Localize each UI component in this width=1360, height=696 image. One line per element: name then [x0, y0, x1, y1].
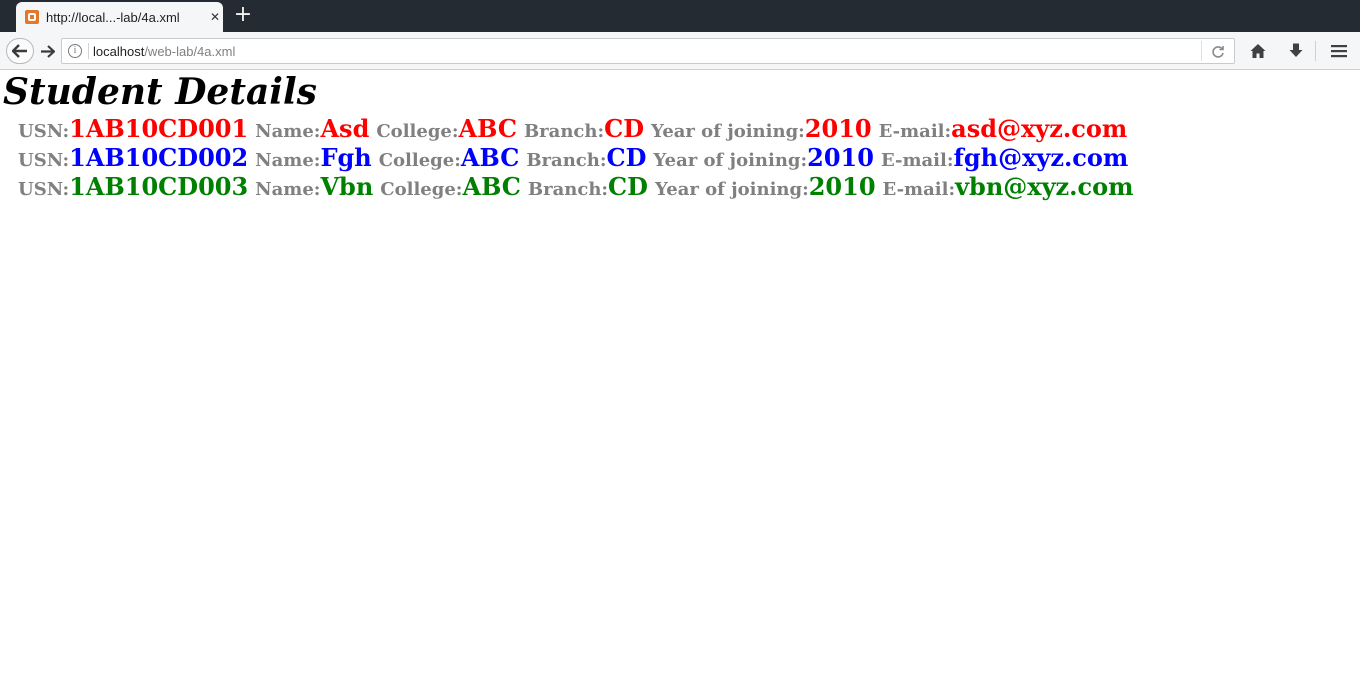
college-label: College: — [376, 121, 459, 142]
student-record: USN:1AB10CD003 Name:Vbn College:ABC Branch:… — [18, 172, 1134, 201]
name-value: Vbn — [320, 172, 374, 201]
tab-strip: http://local...-lab/4a.xml ✕ + — [0, 0, 1360, 32]
forward-button[interactable] — [36, 41, 58, 61]
student-record: USN:1AB10CD001 Name:Asd College:ABC Branch:… — [18, 114, 1134, 143]
branch-label: Branch: — [526, 150, 607, 171]
email-label: E-mail: — [880, 150, 954, 171]
usn-value: 1AB10CD002 — [69, 143, 249, 172]
home-icon[interactable] — [1249, 42, 1267, 60]
college-label: College: — [378, 150, 461, 171]
url-host: localhost — [93, 44, 145, 59]
url-bar[interactable]: i localhost/web-lab/4a.xml — [61, 38, 1235, 64]
name-label: Name: — [255, 150, 321, 171]
email-label: E-mail: — [878, 121, 952, 142]
year-value: 2010 — [807, 143, 874, 172]
page-content: Student Details USN:1AB10CD001 Name:Asd Co… — [0, 71, 1360, 696]
usn-value: 1AB10CD001 — [69, 114, 249, 143]
year-label: Year of joining: — [654, 179, 809, 200]
tab-title: http://local...-lab/4a.xml — [46, 9, 180, 25]
xml-file-icon — [25, 10, 39, 24]
student-records: USN:1AB10CD001 Name:Asd College:ABC Branch:… — [18, 114, 1134, 201]
email-value: fgh@xyz.com — [953, 143, 1129, 172]
browser-tab[interactable]: http://local...-lab/4a.xml ✕ — [16, 2, 223, 32]
usn-label: USN: — [18, 121, 70, 142]
usn-label: USN: — [18, 150, 70, 171]
new-tab-button[interactable]: + — [231, 4, 255, 28]
branch-value: CD — [606, 143, 647, 172]
reload-icon[interactable] — [1210, 44, 1226, 60]
reload-separator — [1201, 41, 1202, 61]
back-button[interactable] — [6, 38, 34, 64]
forward-arrow-icon — [40, 44, 55, 58]
close-tab-icon[interactable]: ✕ — [207, 10, 223, 24]
year-value: 2010 — [804, 114, 872, 143]
branch-label: Branch: — [523, 121, 605, 142]
college-value: ABC — [460, 143, 520, 172]
toolbar-separator — [1315, 41, 1316, 61]
download-arrow-icon[interactable] — [1287, 42, 1305, 60]
college-value: ABC — [462, 172, 521, 201]
url-text[interactable]: localhost/web-lab/4a.xml — [93, 43, 235, 60]
year-value: 2010 — [808, 172, 876, 201]
email-value: asd@xyz.com — [951, 114, 1128, 143]
college-value: ABC — [458, 114, 517, 143]
year-label: Year of joining: — [651, 121, 805, 142]
name-label: Name: — [255, 179, 321, 200]
email-value: vbn@xyz.com — [955, 172, 1134, 201]
name-label: Name: — [255, 121, 321, 142]
page-title: Student Details — [3, 71, 317, 113]
year-label: Year of joining: — [653, 150, 808, 171]
back-arrow-icon — [12, 44, 27, 58]
usn-value: 1AB10CD003 — [69, 172, 249, 201]
email-label: E-mail: — [882, 179, 956, 200]
branch-value: CD — [604, 114, 645, 143]
url-path: /web-lab/4a.xml — [144, 44, 236, 59]
branch-label: Branch: — [527, 179, 609, 200]
student-record: USN:1AB10CD002 Name:Fgh College:ABC Branch:… — [18, 143, 1134, 172]
site-info-icon[interactable]: i — [68, 44, 82, 58]
college-label: College: — [380, 179, 463, 200]
hamburger-menu-icon[interactable] — [1330, 43, 1348, 59]
url-separator — [88, 43, 89, 59]
usn-label: USN: — [18, 179, 70, 200]
name-value: Fgh — [320, 143, 372, 172]
branch-value: CD — [608, 172, 648, 201]
name-value: Asd — [320, 114, 370, 143]
navigation-toolbar: i localhost/web-lab/4a.xml — [0, 32, 1360, 70]
